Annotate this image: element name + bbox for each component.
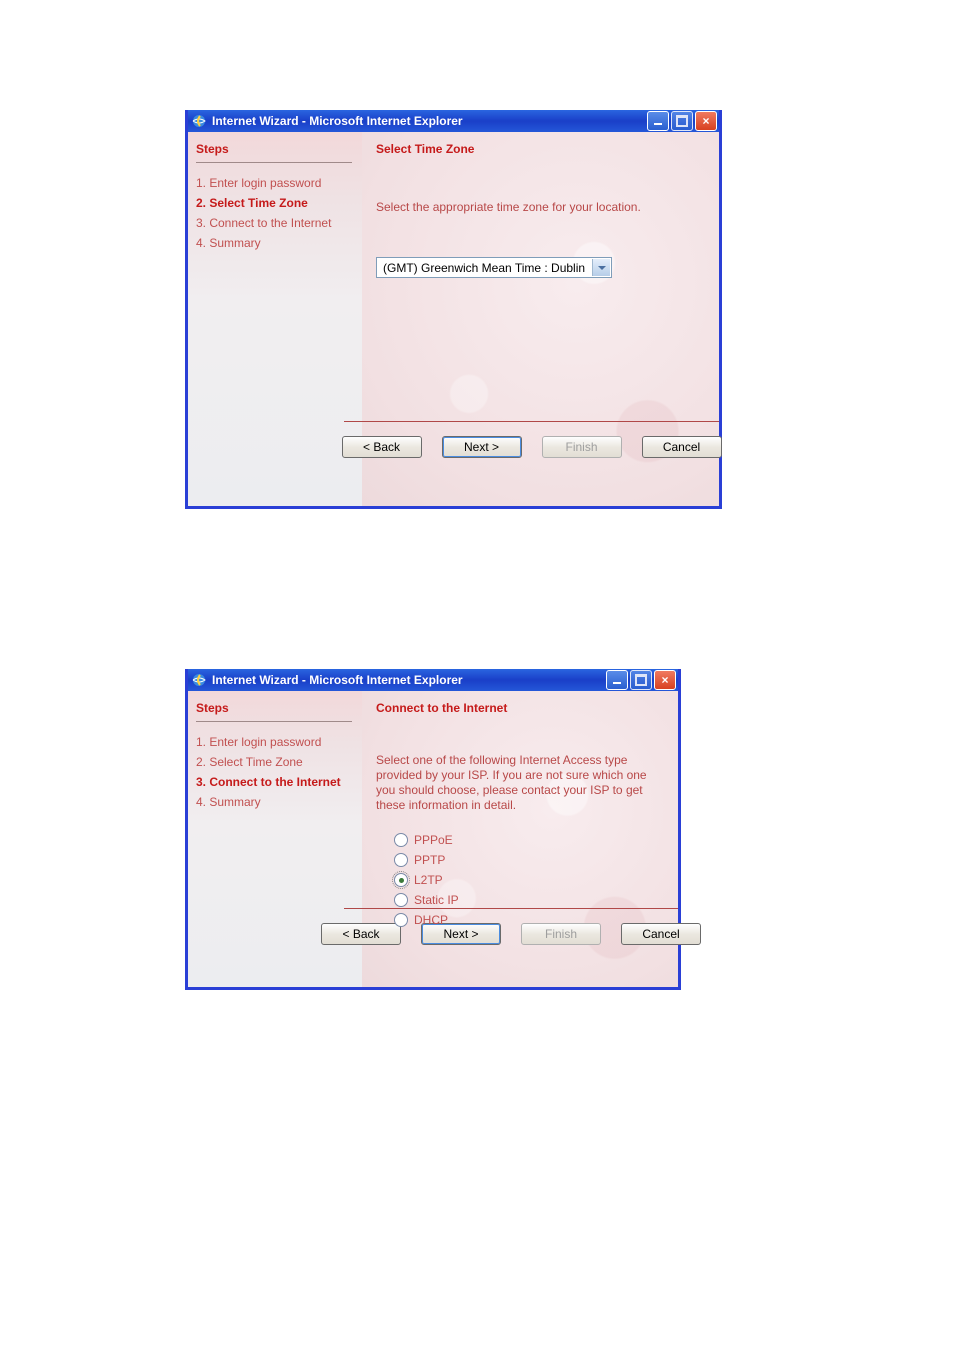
- back-button[interactable]: < Back: [342, 436, 422, 458]
- next-button[interactable]: Next >: [442, 436, 522, 458]
- step-item: 2. Select Time Zone: [196, 752, 352, 772]
- sidebar-title: Steps: [196, 142, 352, 156]
- radio-dhcp[interactable]: DHCP: [394, 913, 664, 927]
- step-item: 2. Select Time Zone: [196, 193, 352, 213]
- page-description: Select the appropriate time zone for you…: [376, 200, 705, 215]
- ie-icon: [192, 114, 206, 128]
- close-button[interactable]: ×: [695, 111, 717, 131]
- step-item: 4. Summary: [196, 792, 352, 812]
- titlebar[interactable]: Internet Wizard - Microsoft Internet Exp…: [188, 669, 678, 691]
- back-button[interactable]: < Back: [321, 923, 401, 945]
- ie-icon: [192, 673, 206, 687]
- chevron-down-icon[interactable]: [592, 259, 610, 276]
- radio-pptp[interactable]: PPTP: [394, 853, 664, 867]
- radio-label: DHCP: [414, 913, 448, 927]
- radio-icon: [394, 873, 408, 887]
- radio-label: L2TP: [414, 873, 443, 887]
- step-item: 1. Enter login password: [196, 173, 352, 193]
- step-item: 1. Enter login password: [196, 732, 352, 752]
- step-item: 3. Connect to the Internet: [196, 772, 352, 792]
- window-title: Internet Wizard - Microsoft Internet Exp…: [212, 673, 604, 687]
- radio-label: PPPoE: [414, 833, 453, 847]
- wizard-window-timezone: Internet Wizard - Microsoft Internet Exp…: [185, 110, 722, 509]
- step-item: 3. Connect to the Internet: [196, 213, 352, 233]
- page-description: Select one of the following Internet Acc…: [376, 753, 664, 813]
- radio-static-ip[interactable]: Static IP: [394, 893, 664, 907]
- finish-button: Finish: [542, 436, 622, 458]
- radio-label: Static IP: [414, 893, 459, 907]
- radio-icon: [394, 893, 408, 907]
- close-button[interactable]: ×: [654, 670, 676, 690]
- wizard-footer: < Back Next > Finish Cancel: [344, 421, 719, 458]
- maximize-button[interactable]: [630, 670, 652, 690]
- sidebar-title: Steps: [196, 701, 352, 715]
- radio-icon: [394, 853, 408, 867]
- timezone-value: (GMT) Greenwich Mean Time : Dublin: [377, 261, 591, 275]
- minimize-button[interactable]: [606, 670, 628, 690]
- timezone-select[interactable]: (GMT) Greenwich Mean Time : Dublin: [376, 257, 612, 278]
- wizard-window-connect: Internet Wizard - Microsoft Internet Exp…: [185, 669, 681, 990]
- radio-icon: [394, 913, 408, 927]
- titlebar[interactable]: Internet Wizard - Microsoft Internet Exp…: [188, 110, 719, 132]
- step-item: 4. Summary: [196, 233, 352, 253]
- steps-sidebar: Steps 1. Enter login password 2. Select …: [188, 132, 362, 506]
- radio-label: PPTP: [414, 853, 445, 867]
- radio-l2tp[interactable]: L2TP: [394, 873, 664, 887]
- radio-icon: [394, 833, 408, 847]
- minimize-button[interactable]: [647, 111, 669, 131]
- window-title: Internet Wizard - Microsoft Internet Exp…: [212, 114, 645, 128]
- maximize-button[interactable]: [671, 111, 693, 131]
- radio-pppoe[interactable]: PPPoE: [394, 833, 664, 847]
- access-type-group: PPPoE PPTP L2TP Static IP: [394, 833, 664, 927]
- page-title: Connect to the Internet: [376, 701, 664, 715]
- cancel-button[interactable]: Cancel: [642, 436, 722, 458]
- page-title: Select Time Zone: [376, 142, 705, 156]
